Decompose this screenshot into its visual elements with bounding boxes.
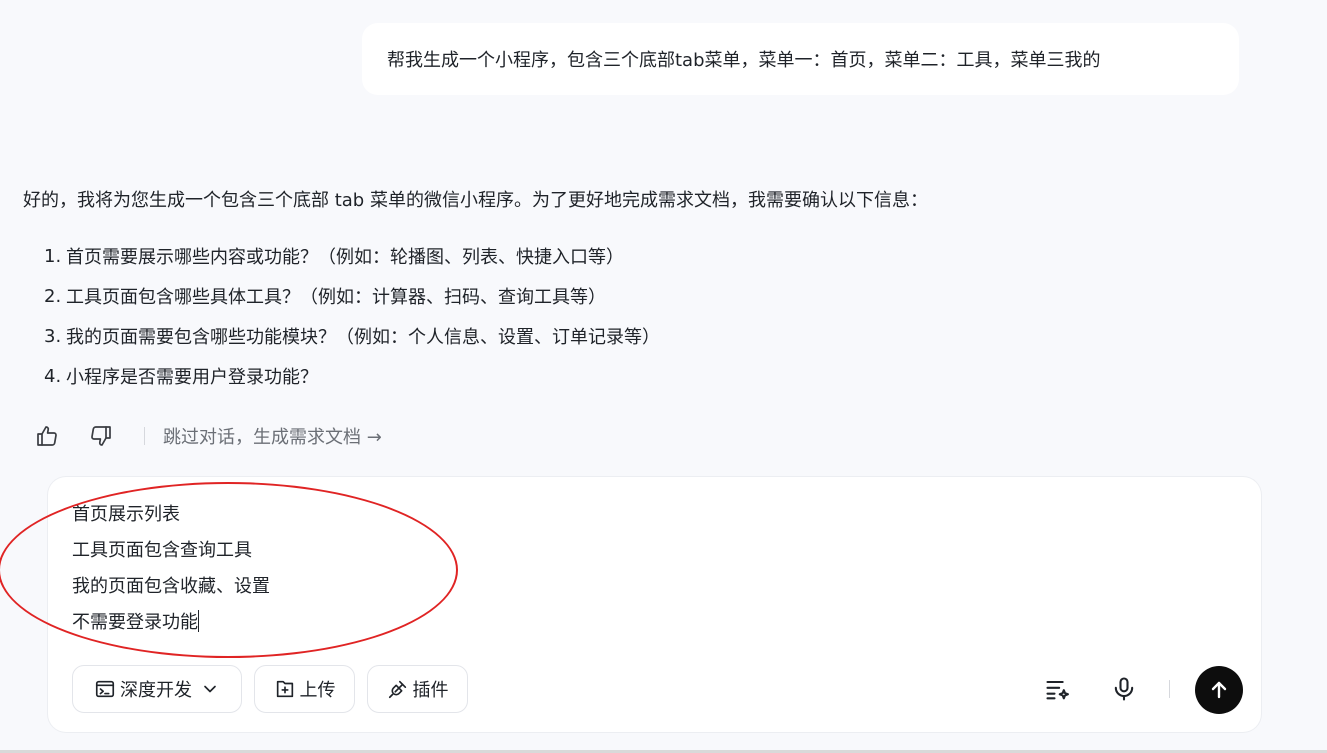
thumbs-up-icon[interactable] [34,423,60,449]
divider [144,427,145,445]
feedback-row: 跳过对话，生成需求文档 → [34,420,382,452]
plugin-button[interactable]: 插件 [367,665,468,713]
chevron-down-icon [204,685,216,693]
text-caret [198,610,199,632]
composer-line: 首页展示列表 [72,504,180,525]
terminal-icon [95,680,115,698]
arrow-up-icon [1211,681,1227,699]
composer-line: 工具页面包含查询工具 [72,540,252,561]
send-button[interactable] [1195,666,1243,714]
deep-dev-button[interactable]: 深度开发 [72,665,242,713]
question-list: 1. 首页需要展示哪些内容或功能？（例如：轮播图、列表、快捷入口等） 2. 工具页面… [44,236,660,396]
composer-input[interactable]: 首页展示列表 工具页面包含查询工具 我的页面包含收藏、设置 不需要登录功能 [72,497,270,641]
deep-dev-label: 深度开发 [120,680,192,701]
user-message-text: 帮我生成一个小程序，包含三个底部tab菜单，菜单一：首页，菜单二：工具，菜单三我… [387,50,1101,71]
upload-label: 上传 [299,680,336,701]
thumbs-down-icon[interactable] [88,423,114,449]
upload-button[interactable]: 上传 [254,665,355,713]
list-item: 4. 小程序是否需要用户登录功能？ [44,365,318,389]
list-item: 2. 工具页面包含哪些具体工具？（例如：计算器、扫码、查询工具等） [44,285,606,309]
plugin-label: 插件 [412,680,449,701]
list-item: 3. 我的页面需要包含哪些功能模块？（例如：个人信息、设置、订单记录等） [44,325,660,349]
microphone-icon[interactable] [1109,674,1139,704]
prompt-sparkle-icon[interactable] [1043,674,1073,704]
user-message-bubble: 帮我生成一个小程序，包含三个底部tab菜单，菜单一：首页，菜单二：工具，菜单三我… [362,23,1239,95]
add-file-icon [276,680,293,698]
assistant-intro: 好的，我将为您生成一个包含三个底部 tab 菜单的微信小程序。为了更好地完成需求… [23,190,928,211]
divider [1169,680,1170,698]
list-item: 1. 首页需要展示哪些内容或功能？（例如：轮播图、列表、快捷入口等） [44,245,624,269]
composer-line-last: 不需要登录功能 [72,610,199,633]
composer-line: 我的页面包含收藏、设置 [72,576,270,597]
skip-to-document-link[interactable]: 跳过对话，生成需求文档 → [163,423,382,449]
plugin-icon [388,680,406,699]
chat-page: 帮我生成一个小程序，包含三个底部tab菜单，菜单一：首页，菜单二：工具，菜单三我… [0,0,1327,753]
